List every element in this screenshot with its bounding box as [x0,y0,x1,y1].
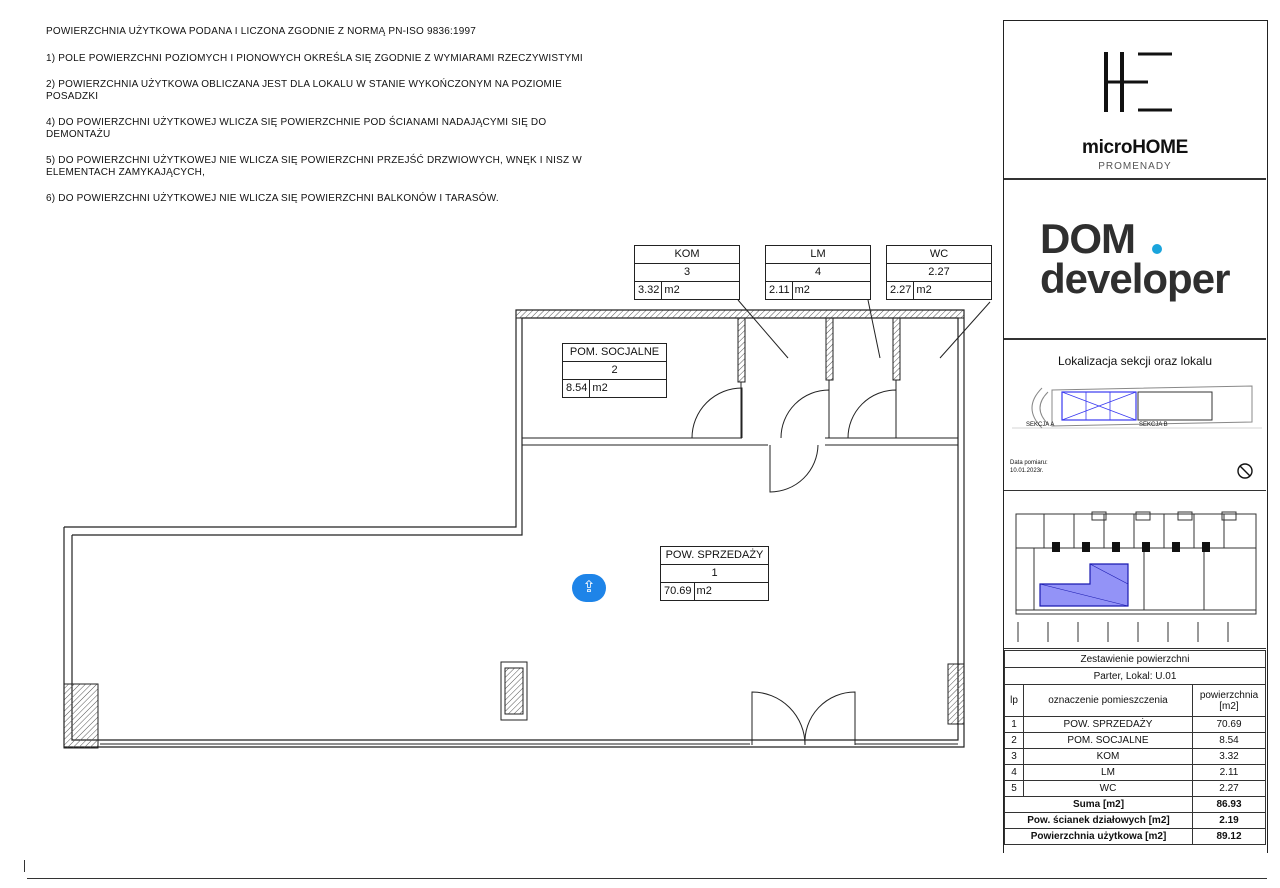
right-column [947,663,965,725]
room-number: 1 [661,565,768,583]
logo-dot-icon [1152,244,1162,254]
room-area: 8.54 m2 [563,380,666,397]
developer-logo-line2: developer [1040,255,1230,302]
table-row: 1 POW. SPRZEDAŻY 70.69 [1004,716,1266,733]
microhome-logo-panel: microHOME PROMENADY [1004,22,1266,180]
room-label-pow-sprzedazy: POW. SPRZEDAŻY 1 70.69 m2 [660,546,769,601]
section-b-label: SEKCJA B [1139,422,1168,428]
usable-area-row: Powierzchnia użytkowa [m2] 89.12 [1004,828,1266,845]
summary-title: Zestawienie powierzchni [1004,650,1266,668]
table-row: 3 KOM 3.32 [1004,748,1266,765]
section-a-label: SEKCJA A [1026,422,1055,428]
north-arrow-icon [1237,463,1253,479]
measurement-date: 10.01.2023r. [1010,468,1044,474]
room-name: POM. SOCJALNE [563,344,666,362]
room-name: LM [766,246,870,264]
location-panel: Lokalizacja sekcji oraz lokalu SEKCJA A … [1004,340,1266,491]
leader-lines [737,299,991,359]
room-area: 2.11 m2 [766,282,870,299]
room-label-pom-socjalne: POM. SOCJALNE 2 8.54 m2 [562,343,667,398]
room-number: 4 [766,264,870,282]
measurement-date-label: Data pomiaru: [1010,460,1048,466]
room-area: 3.32 m2 [635,282,739,299]
brand-name: microHOME [1081,137,1189,158]
top-wall-hatch [515,309,965,319]
col-lp-header: lp [1004,684,1024,717]
room-area: 70.69 m2 [661,583,768,600]
scroll-to-top-button[interactable]: ⇪ [572,574,606,602]
room-name: KOM [635,246,739,264]
room-number: 2 [563,362,666,380]
floor-plan-drawing [63,299,991,749]
room-label-wc: WC 2.27 2.27 m2 [886,245,992,300]
room-label-lm: LM 4 2.11 m2 [765,245,871,300]
room-name: POW. SPRZEDAŻY [661,547,768,565]
arrow-up-icon: ⇪ [582,579,596,596]
dom-developer-logo: DOM developer [1004,180,1266,340]
col-name-header: oznaczenie pomieszczenia [1023,684,1193,717]
room-label-kom: KOM 3 3.32 m2 [634,245,740,300]
area-summary-table: Zestawienie powierzchni Parter, Lokal: U… [1004,650,1266,845]
microhome-logo-icon [1104,52,1172,112]
site-sketch [1012,385,1262,429]
location-title: Lokalizacja sekcji oraz lokalu [1057,354,1213,368]
room-number: 3 [635,264,739,282]
table-row: 4 LM 2.11 [1004,764,1266,781]
highlighted-unit [1039,563,1129,607]
sheet-left-tick [24,860,25,872]
room-name: WC [887,246,991,264]
corner-column [63,683,99,749]
summary-subtitle: Parter, Lokal: U.01 [1004,667,1266,685]
table-row: 5 WC 2.27 [1004,780,1266,797]
floor-plan-sheet: POWIERZCHNIA UŻYTKOWA PODANA I LICZONA Z… [0,0,1280,888]
room-area: 2.27 m2 [887,282,991,299]
area-summary: Zestawienie powierzchni Parter, Lokal: U… [1004,650,1266,845]
walls-row: Pow. ścianek działowych [m2] 2.19 [1004,812,1266,829]
brand-subtitle: PROMENADY [1098,161,1172,172]
sum-row: Suma [m2] 86.93 [1004,796,1266,813]
room-number: 2.27 [887,264,991,282]
key-plan-drawing [1015,511,1257,642]
column-hatch [504,667,524,715]
sheet-bottom-border [27,878,1267,879]
col-area-header: powierzchnia [m2] [1192,684,1266,717]
floor-key-plan [1004,492,1266,649]
table-row: 2 POM. SOCJALNE 8.54 [1004,732,1266,749]
developer-logo-line1: DOM [1040,215,1136,262]
